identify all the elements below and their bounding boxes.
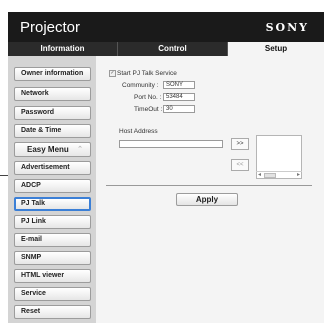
sidebar-item-password[interactable]: Password xyxy=(14,106,91,120)
header-bar: Projector SONY xyxy=(8,12,324,42)
timeout-field[interactable]: 30 xyxy=(163,105,195,113)
port-field[interactable]: 53484 xyxy=(163,93,195,101)
sidebar-item-pj-link[interactable]: PJ Link xyxy=(14,215,91,229)
sidebar-item-reset[interactable]: Reset xyxy=(14,305,91,319)
arrow-right-icon[interactable]: ▸ xyxy=(297,171,300,178)
sidebar-item-adcp[interactable]: ADCP xyxy=(14,179,91,193)
sidebar-item-html-viewer[interactable]: HTML viewer xyxy=(14,269,91,283)
scroll-thumb[interactable] xyxy=(264,173,276,178)
sony-logo: SONY xyxy=(265,21,309,34)
host-address-label: Host Address xyxy=(119,128,158,135)
tab-bar: Information Control Setup xyxy=(8,42,324,56)
arrow-left-icon[interactable]: ◂ xyxy=(258,171,261,178)
community-field[interactable]: SONY xyxy=(163,81,195,89)
tab-information[interactable]: Information xyxy=(8,42,118,56)
sidebar-item-pj-talk[interactable]: PJ Talk xyxy=(14,197,91,211)
add-host-button[interactable]: >> xyxy=(231,138,249,150)
sidebar-item-label: Easy Menu xyxy=(27,145,69,154)
start-service-label: Start PJ Talk Service xyxy=(117,70,177,77)
sidebar-item-owner-information[interactable]: Owner information xyxy=(14,67,91,81)
sidebar-item-advertisement[interactable]: Advertisement xyxy=(14,161,91,175)
pj-talk-settings-panel: ✓ Start PJ Talk Service Community : SONY… xyxy=(96,56,324,323)
port-label: Port No. : xyxy=(134,94,162,101)
tab-control[interactable]: Control xyxy=(118,42,228,56)
start-service-checkbox[interactable]: ✓ xyxy=(109,70,116,77)
host-address-input[interactable] xyxy=(119,140,223,148)
community-label: Community : xyxy=(122,82,159,89)
sidebar-item-snmp[interactable]: SNMP xyxy=(14,251,91,265)
apply-button[interactable]: Apply xyxy=(176,193,238,206)
timeout-label: TimeOut : xyxy=(134,106,163,113)
divider xyxy=(106,185,312,186)
check-icon: ✓ xyxy=(110,70,115,76)
app-title: Projector xyxy=(20,19,81,36)
tab-setup[interactable]: Setup xyxy=(228,42,324,56)
sidebar-item-email[interactable]: E-mail xyxy=(14,233,91,247)
chevron-up-icon: ⌃ xyxy=(77,146,83,153)
remove-host-button[interactable]: << xyxy=(231,159,249,171)
sidebar-item-network[interactable]: Network xyxy=(14,87,91,101)
sidebar-item-date-time[interactable]: Date & Time xyxy=(14,124,91,138)
sidebar: Owner information Network Password Date … xyxy=(8,56,96,323)
host-list-scrollbar[interactable]: ◂ ▸ xyxy=(256,171,302,179)
sidebar-item-service[interactable]: Service xyxy=(14,287,91,301)
sidebar-item-easy-menu[interactable]: Easy Menu ⌃ xyxy=(14,142,91,157)
